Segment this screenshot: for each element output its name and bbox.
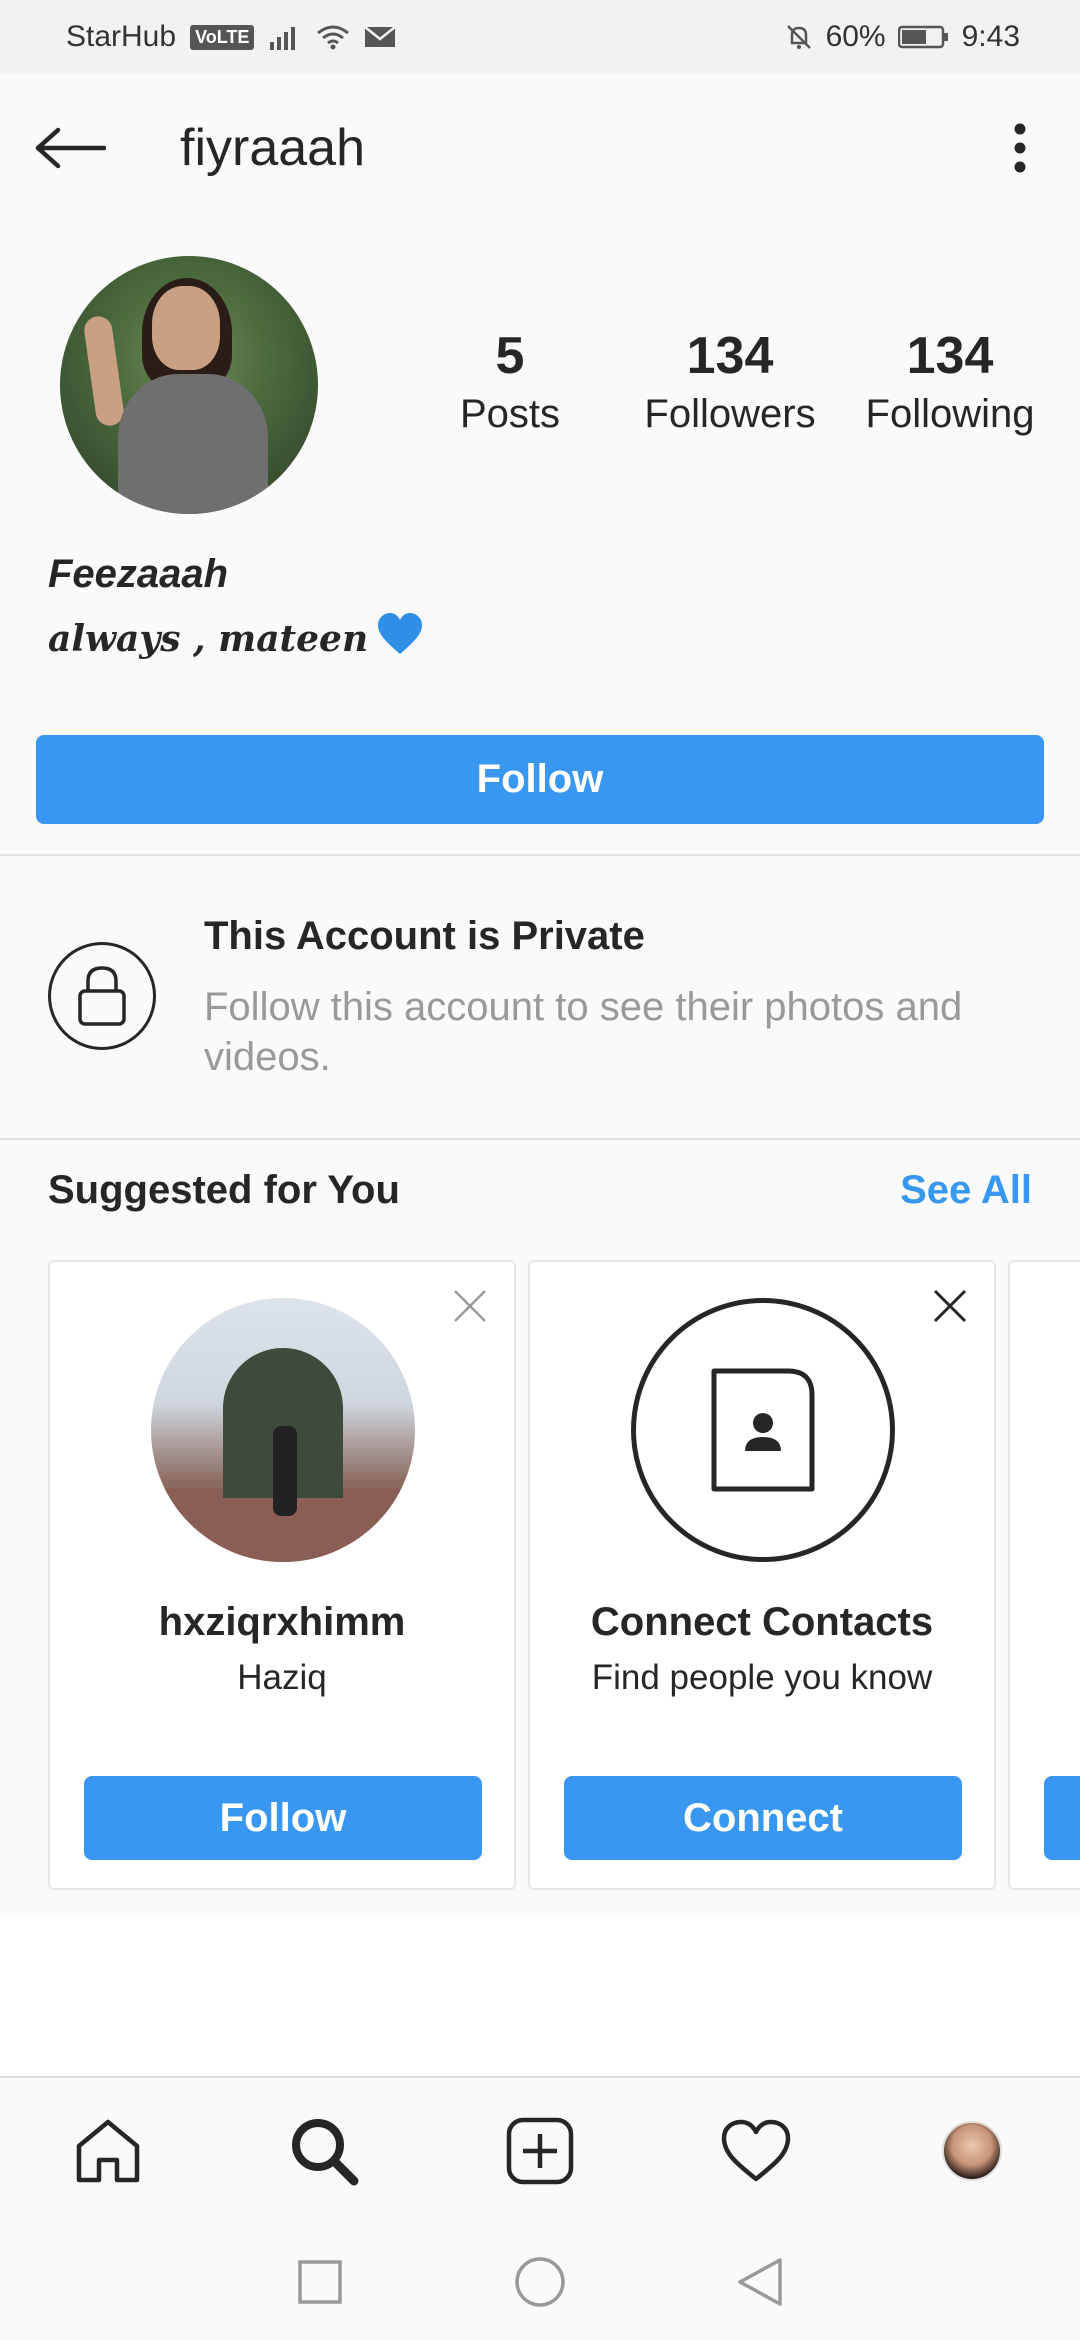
- profile-header: fiyraaah: [0, 74, 1080, 222]
- bio: always , mateen: [48, 612, 424, 665]
- stat-label: Followers: [644, 392, 816, 436]
- stat-following[interactable]: 134 Following: [840, 326, 1060, 437]
- private-title: This Account is Private: [204, 914, 645, 958]
- suggested-username[interactable]: hxziqrxhimm: [50, 1600, 514, 1645]
- divider: [0, 1138, 1080, 1140]
- close-icon[interactable]: [450, 1286, 490, 1326]
- wifi-icon: [316, 24, 350, 50]
- lock-icon: [48, 942, 156, 1050]
- connect-button[interactable]: Connect: [564, 1776, 962, 1860]
- connect-contacts-title: Connect Contacts: [590, 1600, 934, 1644]
- connect-contacts-card[interactable]: Connect Contacts Find people you know Co…: [528, 1260, 996, 1890]
- avatar-face: [152, 286, 220, 370]
- suggested-user-avatar[interactable]: [151, 1298, 415, 1562]
- battery-percent: 60%: [825, 20, 886, 53]
- stat-followers[interactable]: 134 Followers: [620, 326, 840, 437]
- profile-avatar-small: [942, 2121, 1002, 2181]
- partial-card-button[interactable]: [1044, 1776, 1080, 1860]
- arrow-left-icon[interactable]: [30, 108, 110, 188]
- avatar-body: [118, 374, 268, 514]
- private-description: Follow this account to see their photos …: [204, 985, 963, 1079]
- stat-value: 134: [686, 327, 774, 385]
- suggestion-card[interactable]: hxziqrxhimm Haziq Follow: [48, 1260, 516, 1890]
- circle-home-icon[interactable]: [510, 2252, 570, 2312]
- connect-contacts-subtitle: Find people you know: [591, 1658, 933, 1697]
- system-navigation: [0, 2224, 1080, 2340]
- suggested-fullname: Haziq: [237, 1658, 327, 1697]
- suggested-title: Suggested for You: [48, 1168, 400, 1212]
- battery-icon: [897, 24, 950, 50]
- photo-person: [273, 1426, 297, 1516]
- square-recent-icon[interactable]: [290, 2252, 350, 2312]
- see-all-link[interactable]: See All: [900, 1168, 1032, 1213]
- full-name: Feezaaah: [48, 552, 229, 596]
- follow-button[interactable]: Follow: [36, 735, 1044, 824]
- heart-icon[interactable]: [706, 2101, 806, 2201]
- bio-text: always , mateen: [48, 617, 369, 660]
- carrier-name: StarHub: [66, 20, 177, 53]
- bottom-navigation: [0, 2076, 1080, 2224]
- mail-icon: [364, 25, 397, 49]
- stat-value: 5: [495, 327, 525, 385]
- profile-tab[interactable]: [922, 2101, 1022, 2201]
- suggested-cards[interactable]: hxziqrxhimm Haziq Follow Connect Contact…: [0, 1258, 1080, 1893]
- clock-time: 9:43: [961, 20, 1020, 53]
- volte-badge: VoLTE: [190, 24, 255, 50]
- suggestion-card-partial[interactable]: [1008, 1260, 1080, 1890]
- profile-stats: 5 Posts 134 Followers 134 Following: [400, 326, 1060, 437]
- contact-book-icon: [631, 1298, 895, 1562]
- close-icon[interactable]: [930, 1286, 970, 1326]
- bell-muted-icon: [784, 22, 814, 52]
- home-icon[interactable]: [58, 2101, 158, 2201]
- content-spacer: [0, 1916, 1080, 2076]
- stat-posts[interactable]: 5 Posts: [400, 326, 620, 437]
- status-bar: StarHub VoLTE 60% 9:43: [0, 0, 1080, 74]
- vertical-dots-icon[interactable]: [990, 108, 1050, 188]
- suggested-follow-button[interactable]: Follow: [84, 1776, 482, 1860]
- stat-value: 134: [906, 327, 994, 385]
- profile-avatar[interactable]: [60, 256, 318, 514]
- triangle-back-icon[interactable]: [730, 2252, 790, 2312]
- signal-icon: [268, 24, 302, 50]
- stat-label: Posts: [459, 392, 561, 436]
- avatar-arm: [82, 314, 126, 428]
- search-icon[interactable]: [274, 2101, 374, 2201]
- add-post-icon[interactable]: [490, 2101, 590, 2201]
- blue-heart-icon: [376, 612, 424, 665]
- stat-label: Following: [865, 392, 1035, 436]
- page-title: fiyraaah: [180, 119, 365, 177]
- divider: [0, 854, 1080, 856]
